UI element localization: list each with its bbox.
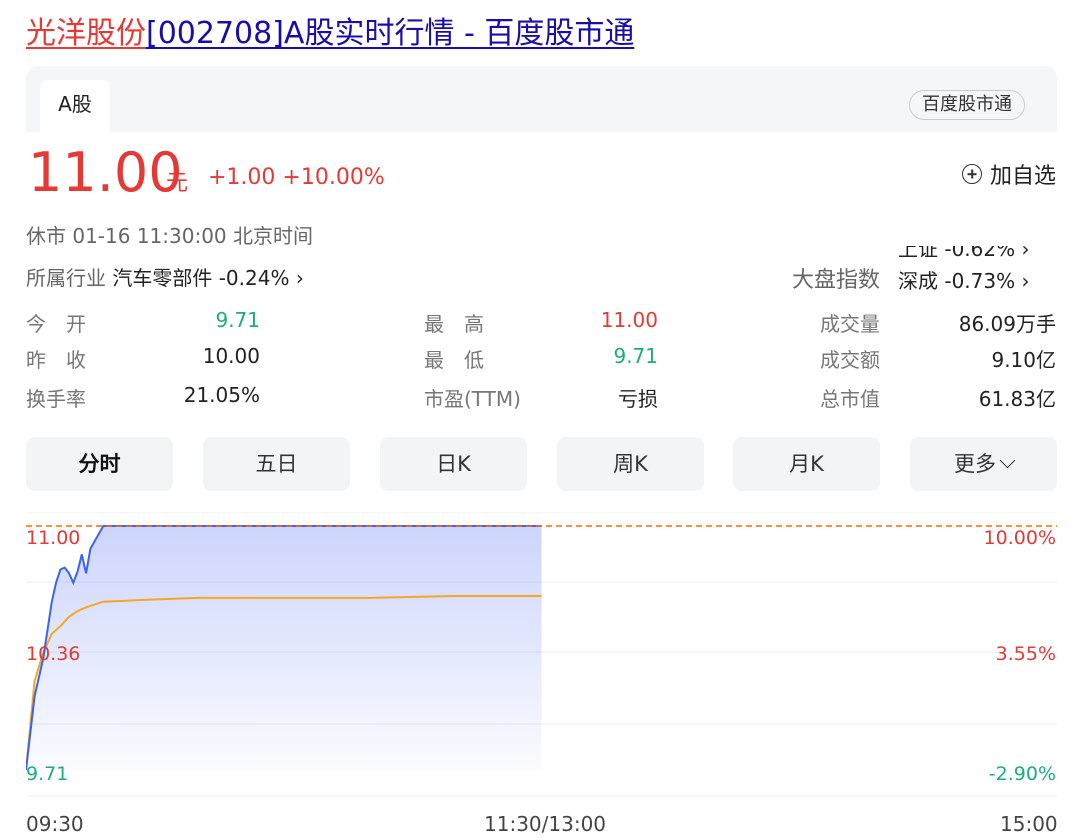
stat-value: 9.71 (613, 344, 658, 368)
tab-weekly-k[interactable]: 周K (557, 437, 704, 491)
stat-value: 9.10亿 (991, 348, 1056, 372)
stat-label: 总市值 (820, 387, 880, 411)
add-watchlist-button[interactable]: 加自选 (961, 158, 1056, 190)
market-status: 休市 01-16 11:30:00 北京时间 (26, 224, 314, 248)
stat-value: 21.05% (183, 383, 260, 407)
y-right-tick: 10.00% (984, 527, 1056, 549)
tab-more[interactable]: 更多 (910, 437, 1057, 491)
y-right-tick: 3.55% (996, 643, 1056, 665)
chart-tabs: 分时 五日 日K 周K 月K 更多 (26, 437, 1057, 491)
y-right-tick: -2.90% (989, 763, 1056, 785)
industry-value[interactable]: 汽车零部件 -0.24% › (112, 266, 303, 290)
tab-daily-k[interactable]: 日K (380, 437, 527, 491)
time-open: 09:30 (26, 812, 84, 836)
tab-monthly-k[interactable]: 月K (733, 437, 880, 491)
market-header: A股 百度股市通 (26, 66, 1057, 132)
index-sz[interactable]: 深成 -0.73% › (898, 262, 1058, 296)
intraday-chart[interactable]: 11.00 10.36 9.71 10.00% 3.55% -2.90% (26, 512, 1057, 802)
price-area (26, 526, 542, 770)
tab-more-label: 更多 (954, 452, 996, 476)
page-title[interactable]: 光洋股份[002708]A股实时行情 - 百度股市通 (26, 14, 634, 54)
time-midday: 11:30/13:00 (484, 812, 607, 836)
industry-label: 所属行业 (26, 266, 106, 290)
y-left-tick: 10.36 (26, 643, 80, 665)
index-ticker[interactable]: 上证 -0.62% › 深成 -0.73% › (898, 246, 1058, 296)
stat-label: 成交量 (820, 312, 880, 336)
add-watchlist-label: 加自选 (989, 164, 1056, 189)
stat-value: 86.09万手 (958, 312, 1056, 336)
stock-name-link[interactable]: 光洋股份 (26, 16, 146, 51)
current-price: 11.00 (28, 141, 183, 204)
stat-label: 最 低 (424, 348, 484, 372)
baidu-stock-badge[interactable]: 百度股市通 (909, 90, 1025, 120)
stat-value: 亏损 (618, 387, 658, 411)
stat-label: 昨 收 (26, 348, 86, 372)
tab-five-day[interactable]: 五日 (203, 437, 350, 491)
stat-value: 9.71 (215, 308, 260, 332)
stat-label: 成交额 (820, 348, 880, 372)
chevron-down-icon (999, 452, 1016, 469)
tab-a-share[interactable]: A股 (40, 80, 110, 132)
stat-label: 换手率 (26, 387, 86, 411)
stat-label: 最 高 (424, 312, 484, 336)
price-unit: 元 (166, 171, 189, 196)
page-title-link[interactable]: [002708]A股实时行情 - 百度股市通 (146, 16, 634, 51)
y-left-tick: 11.00 (26, 527, 80, 549)
industry-row[interactable]: 所属行业 汽车零部件 -0.24% › (26, 262, 304, 291)
plus-circle-icon (961, 164, 982, 184)
index-label: 大盘指数 (792, 268, 881, 293)
stat-value: 10.00 (202, 344, 260, 368)
stat-value: 11.00 (600, 308, 658, 332)
y-left-tick: 9.71 (26, 763, 68, 785)
stat-value: 61.83亿 (978, 387, 1056, 411)
stat-label: 市盈(TTM) (424, 387, 521, 411)
tab-intraday[interactable]: 分时 (26, 437, 173, 491)
price-change: +1.00 +10.00% (208, 165, 385, 190)
time-close: 15:00 (1000, 812, 1058, 836)
stat-label: 今 开 (26, 312, 86, 336)
